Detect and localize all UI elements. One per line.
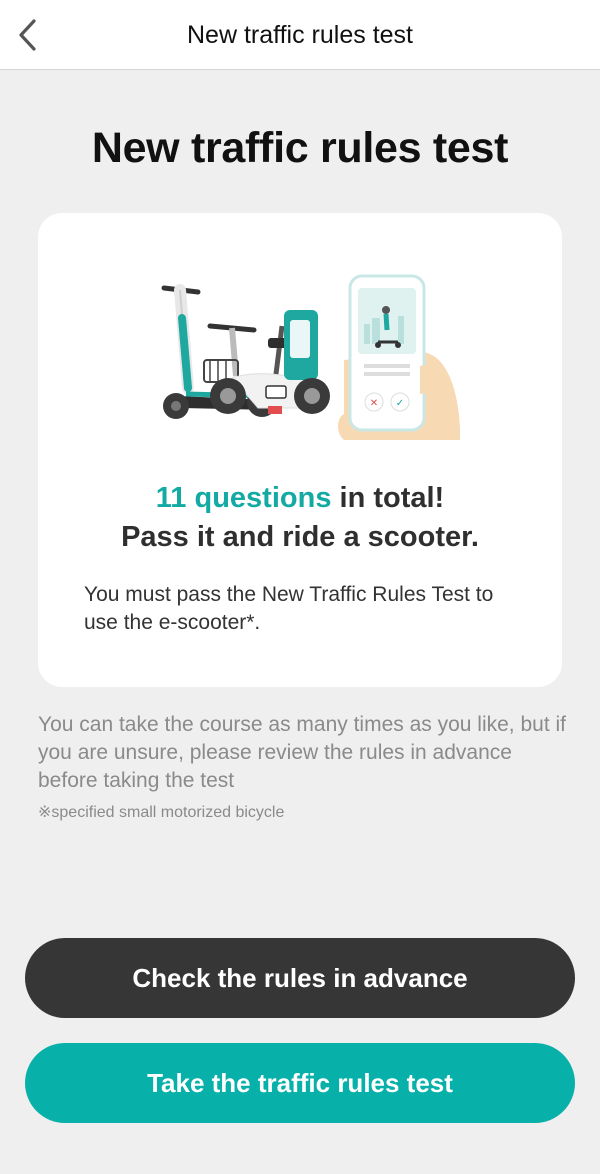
card-headline: 11 questions in total! Pass it and ride … [38,479,562,557]
svg-text:✕: ✕ [370,398,378,409]
info-card: ✕ ✓ 11 questions in total! Pass it and r… [38,213,562,687]
question-count: 11 questions [155,482,332,514]
svg-text:✓: ✓ [396,398,404,409]
card-description: You must pass the New Traffic Rules Test… [84,583,494,634]
take-test-button[interactable]: Take the traffic rules test [25,1043,575,1123]
page-title: New traffic rules test [91,124,509,172]
scooters-and-phone-illustration: ✕ ✓ [161,274,460,440]
headline-line2: Pass it and ride a scooter. [121,521,479,553]
headline-rest: in total! [331,482,445,514]
nav-bar: New traffic rules test [0,0,600,70]
footnote: ※specified small motorized bicycle [38,804,285,821]
info-text: You can take the course as many times as… [38,713,567,792]
nav-title: New traffic rules test [186,21,413,49]
check-rules-button[interactable]: Check the rules in advance [25,938,575,1018]
